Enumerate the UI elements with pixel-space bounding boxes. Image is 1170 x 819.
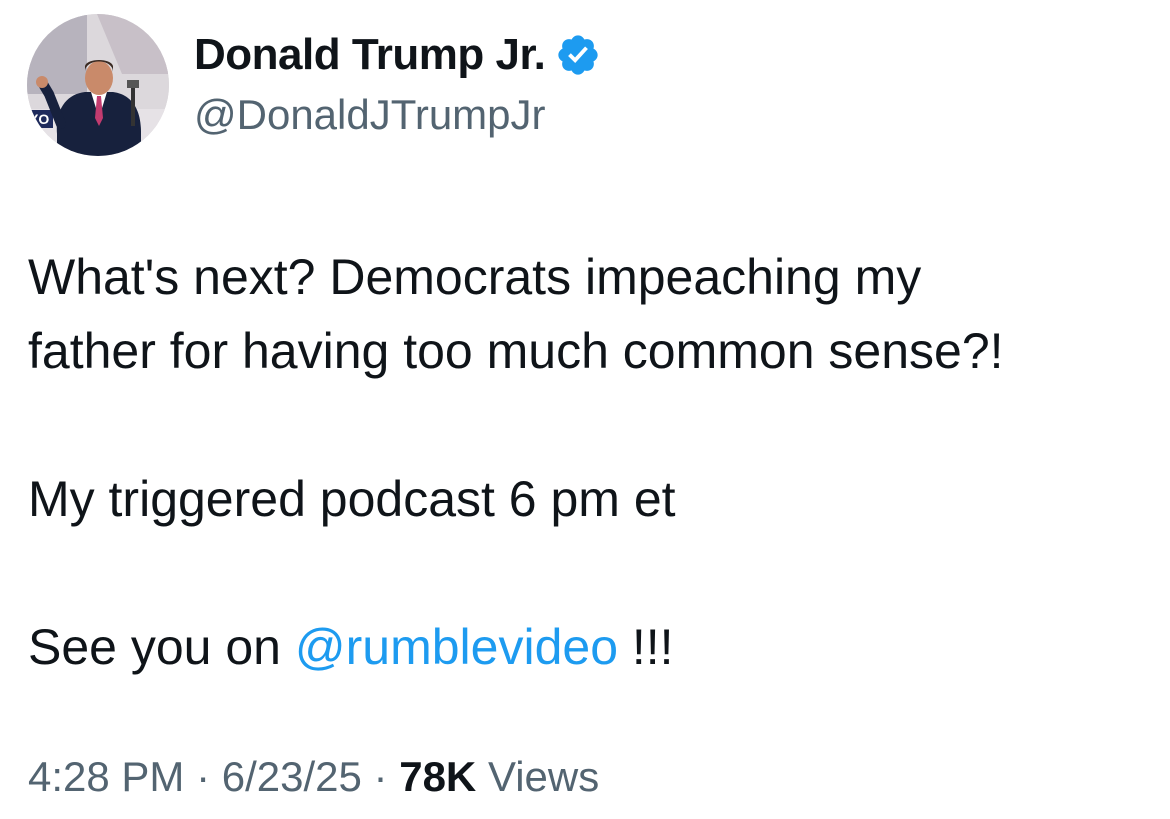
tweet-text-prefix: See you on xyxy=(28,619,295,675)
tweet-date[interactable]: 6/23/25 xyxy=(222,753,362,800)
mention-link[interactable]: @rumblevideo xyxy=(295,619,618,675)
author-handle[interactable]: @DonaldJTrumpJr xyxy=(194,94,546,136)
verified-badge-icon[interactable] xyxy=(555,32,601,78)
avatar-photo: YO xyxy=(27,14,169,156)
author-name-row[interactable]: Donald Trump Jr. xyxy=(194,32,601,78)
tweet-text-suffix: !!! xyxy=(618,619,674,675)
avatar[interactable]: YO xyxy=(27,14,169,156)
tweet-time[interactable]: 4:28 PM xyxy=(28,753,184,800)
tweet-line: What's next? Democrats impeaching my xyxy=(28,249,922,305)
tweet-line: See you on @rumblevideo !!! xyxy=(28,610,1148,684)
views-label: Views xyxy=(476,753,600,800)
meta-separator: · xyxy=(361,753,400,800)
tweet-meta: 4:28 PM · 6/23/25 · 78K Views xyxy=(28,756,599,798)
tweet-text: What's next? Democrats impeaching my fat… xyxy=(28,240,1148,684)
meta-separator: · xyxy=(184,753,222,800)
views-count[interactable]: 78K xyxy=(399,753,476,800)
tweet-line: father for having too much common sense?… xyxy=(28,323,1004,379)
tweet-line: My triggered podcast 6 pm et xyxy=(28,471,676,527)
tweet[interactable]: YO Donald Trump Jr. @DonaldJTrumpJr What… xyxy=(0,0,1170,819)
svg-text:YO: YO xyxy=(29,111,49,127)
author-name[interactable]: Donald Trump Jr. xyxy=(194,33,546,77)
